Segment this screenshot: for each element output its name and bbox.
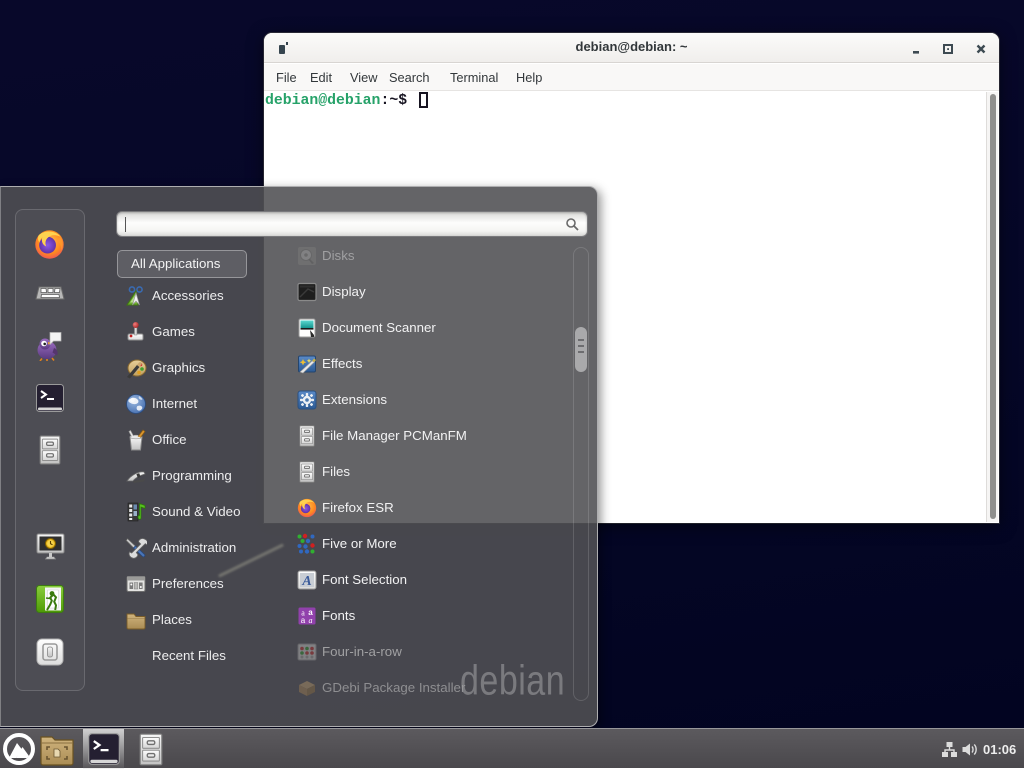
svg-text:a: a <box>301 616 306 625</box>
svg-text:A: A <box>301 574 311 589</box>
svg-text:a: a <box>309 616 313 625</box>
